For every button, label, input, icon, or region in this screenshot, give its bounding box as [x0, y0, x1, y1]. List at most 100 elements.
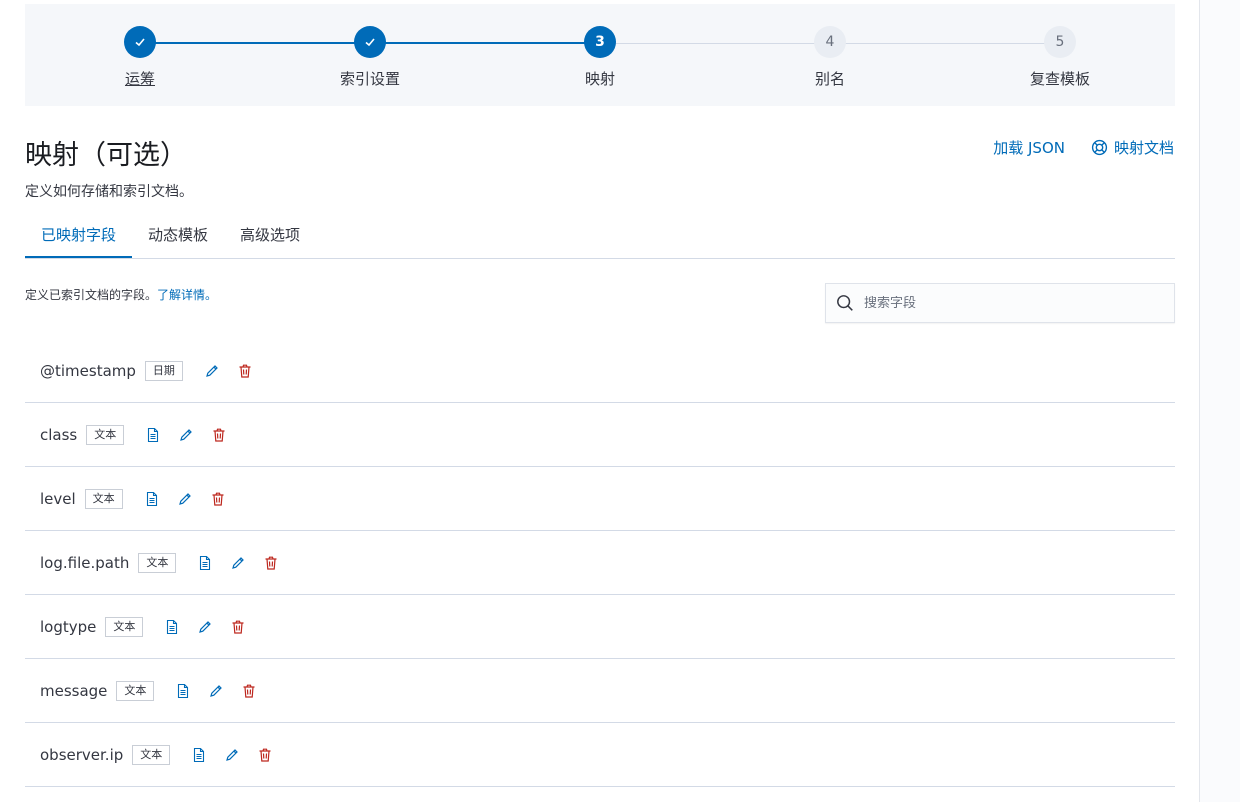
step-number: 3	[584, 26, 616, 58]
step-label: 别名	[814, 70, 845, 88]
pencil-icon	[178, 492, 191, 505]
step-label: 索引设置	[339, 70, 400, 88]
add-multi-field-button[interactable]	[189, 745, 209, 765]
step-complete-circle	[124, 26, 156, 58]
document-icon	[200, 555, 211, 570]
pencil-icon	[180, 428, 193, 441]
field-actions	[189, 745, 275, 765]
add-multi-field-button[interactable]	[195, 553, 215, 573]
step-label: 复查模板	[1029, 70, 1090, 88]
lifebuoy-icon	[1091, 139, 1108, 156]
search-input[interactable]	[864, 295, 1154, 311]
pencil-icon	[199, 620, 212, 633]
trash-icon	[213, 428, 225, 442]
edit-button[interactable]	[222, 745, 242, 765]
step-label[interactable]: 运筹	[70, 68, 210, 89]
field-type-badge: 文本	[86, 424, 125, 445]
add-multi-field-button[interactable]	[162, 617, 182, 637]
field-type-badge: 文本	[84, 488, 123, 509]
field-row: message 文本	[25, 659, 1175, 723]
field-actions	[162, 617, 248, 637]
step-number: 4	[814, 26, 846, 58]
mapping-docs-link[interactable]: 映射文档	[1091, 137, 1174, 158]
page-description: 定义如何存储和索引文档。	[25, 184, 193, 200]
field-type-badge: 文本	[138, 552, 177, 573]
delete-button[interactable]	[261, 553, 281, 573]
right-rail	[1199, 0, 1240, 802]
document-icon	[178, 683, 189, 698]
field-type-badge: 文本	[132, 744, 171, 765]
document-icon	[194, 747, 205, 762]
field-type-badge: 日期	[144, 360, 183, 381]
tab-advanced-options[interactable]: 高级选项	[224, 214, 316, 258]
delete-button[interactable]	[208, 489, 228, 509]
trash-icon	[232, 620, 244, 634]
field-actions	[173, 681, 259, 701]
field-actions	[143, 425, 229, 445]
trash-icon	[259, 748, 271, 762]
field-actions	[195, 553, 281, 573]
learn-more-link[interactable]: 了解详情。	[157, 288, 217, 302]
step-label: 映射	[584, 70, 615, 88]
field-row: log.file.path 文本	[25, 531, 1175, 595]
field-name: @timestamp	[40, 361, 136, 380]
steps-bar: 运筹 索引设置 3 映射 4 别名 5 复查模板	[25, 4, 1175, 106]
header-links: 加载 JSON 映射文档	[993, 137, 1174, 158]
field-actions	[142, 489, 228, 509]
edit-button[interactable]	[195, 617, 215, 637]
check-icon	[135, 38, 145, 47]
search-field[interactable]	[825, 283, 1175, 323]
tab-mapped-fields[interactable]: 已映射字段	[25, 214, 133, 258]
tab-description: 定义已索引文档的字段。了解详情。	[25, 286, 217, 303]
delete-button[interactable]	[255, 745, 275, 765]
field-row: level 文本	[25, 467, 1175, 531]
edit-button[interactable]	[202, 361, 222, 381]
delete-button[interactable]	[239, 681, 259, 701]
step-logistics[interactable]: 运筹	[70, 26, 210, 89]
pencil-icon	[226, 748, 239, 761]
tab-dynamic-templates[interactable]: 动态模板	[132, 214, 224, 258]
trash-icon	[243, 684, 255, 698]
field-type-badge: 文本	[116, 680, 155, 701]
field-name: class	[40, 425, 78, 444]
field-name: level	[40, 489, 76, 508]
step-complete-circle	[354, 26, 386, 58]
step-mappings[interactable]: 3 映射	[530, 26, 670, 89]
delete-button[interactable]	[235, 361, 255, 381]
field-name: observer.ip	[40, 745, 124, 764]
tab-description-text: 定义已索引文档的字段。	[25, 288, 158, 302]
step-number: 5	[1044, 26, 1076, 58]
delete-button[interactable]	[209, 425, 229, 445]
field-list: @timestamp 日期 class 文本 level 文本 log.file…	[25, 339, 1175, 787]
add-multi-field-button[interactable]	[143, 425, 163, 445]
load-json-label: 加载 JSON	[993, 139, 1065, 157]
field-row: class 文本	[25, 403, 1175, 467]
field-row: @timestamp 日期	[25, 339, 1175, 403]
step-review-template[interactable]: 5 复查模板	[990, 26, 1130, 89]
field-type-badge: 文本	[105, 616, 144, 637]
mapping-docs-label: 映射文档	[1113, 139, 1174, 157]
add-multi-field-button[interactable]	[142, 489, 162, 509]
trash-icon	[265, 556, 277, 570]
pencil-icon	[210, 684, 223, 697]
trash-icon	[239, 364, 251, 378]
step-index-settings[interactable]: 索引设置	[300, 26, 440, 89]
edit-button[interactable]	[206, 681, 226, 701]
field-name: logtype	[40, 617, 97, 636]
field-name: log.file.path	[40, 553, 130, 572]
load-json-link[interactable]: 加载 JSON	[993, 137, 1065, 158]
check-icon	[365, 38, 375, 47]
field-row: observer.ip 文本	[25, 723, 1175, 787]
add-multi-field-button[interactable]	[173, 681, 193, 701]
trash-icon	[212, 492, 224, 506]
pencil-icon	[206, 364, 218, 377]
delete-button[interactable]	[228, 617, 248, 637]
edit-button[interactable]	[175, 489, 195, 509]
pencil-icon	[232, 556, 245, 569]
edit-button[interactable]	[176, 425, 196, 445]
step-aliases[interactable]: 4 别名	[760, 26, 900, 89]
tab-bar: 已映射字段 动态模板 高级选项	[25, 214, 1175, 259]
page-title: 映射（可选）	[25, 140, 187, 171]
edit-button[interactable]	[228, 553, 248, 573]
document-icon	[148, 427, 159, 442]
